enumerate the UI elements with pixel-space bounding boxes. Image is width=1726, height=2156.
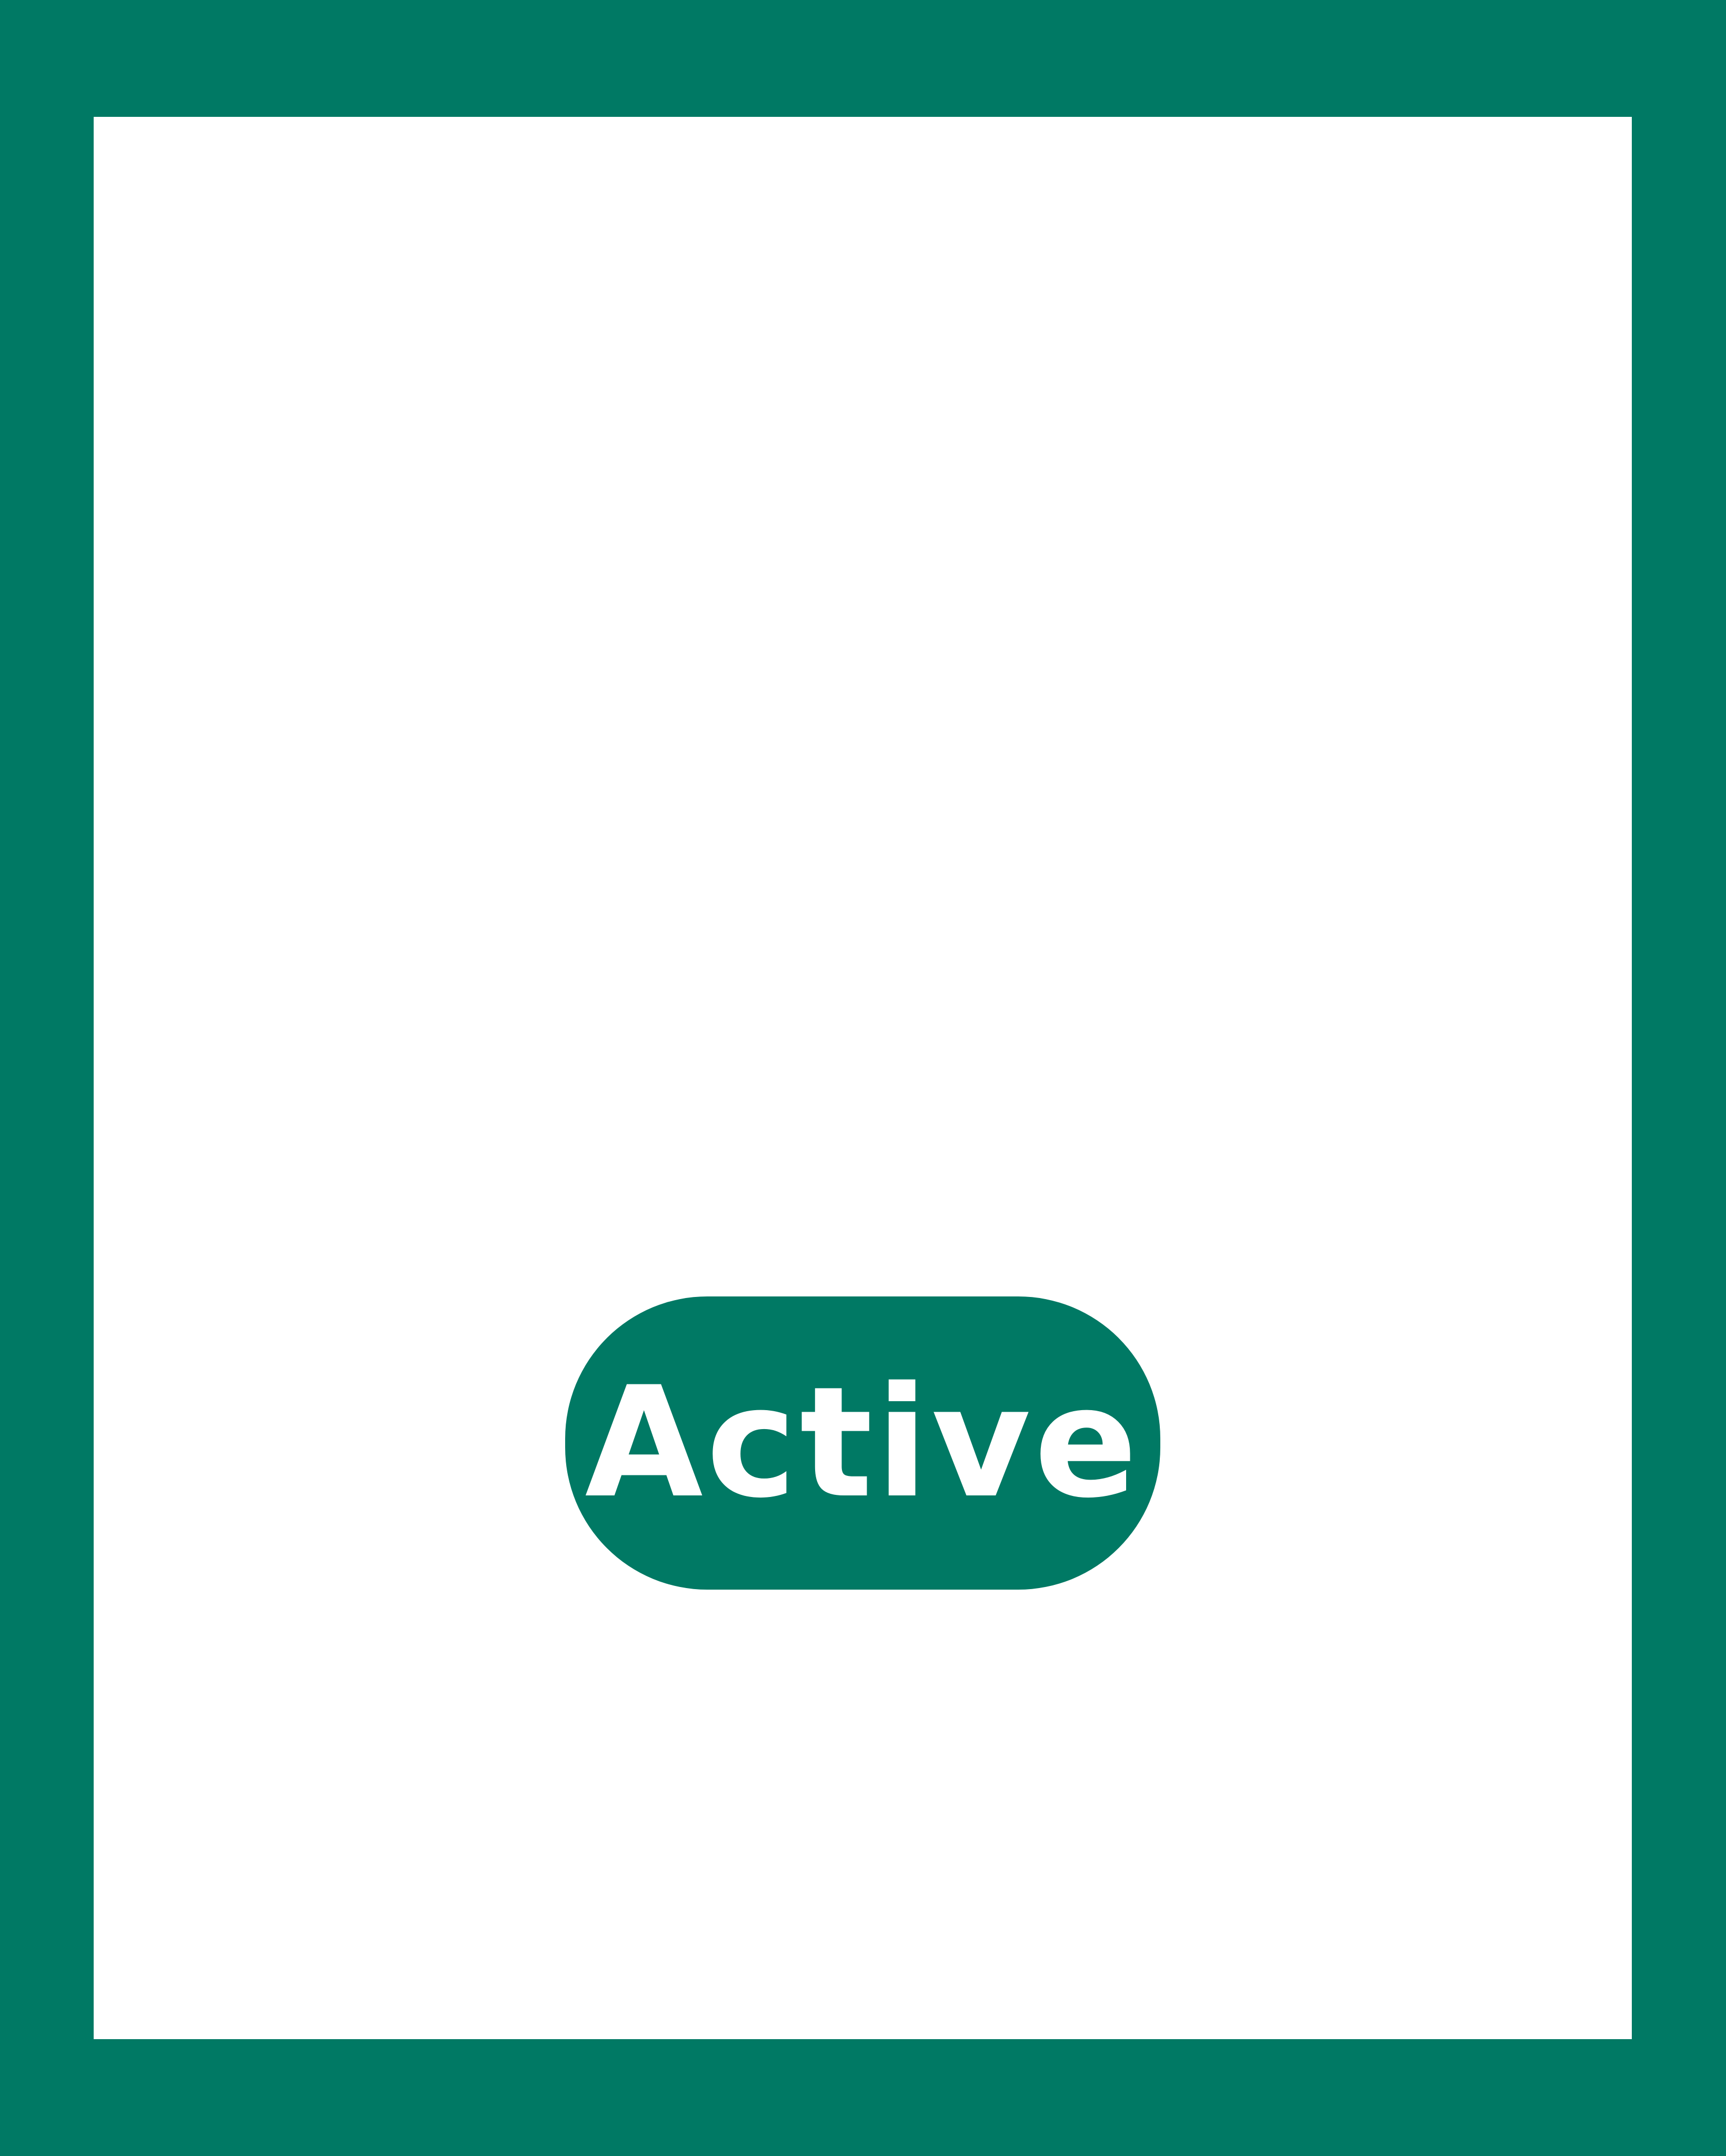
content-panel bbox=[94, 117, 1632, 2039]
status-badge-label: Active bbox=[585, 1354, 1141, 1532]
status-badge: Active bbox=[565, 1296, 1160, 1590]
app-frame: Active bbox=[0, 0, 1726, 2156]
